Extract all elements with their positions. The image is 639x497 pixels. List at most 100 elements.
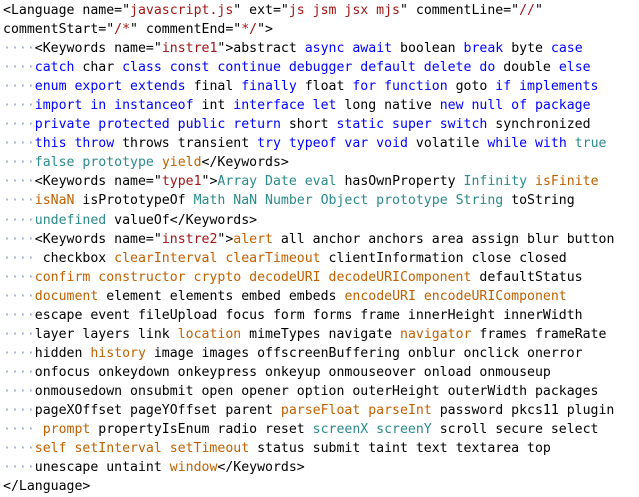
code-line[interactable]: ····layer layers link location mimeTypes…: [0, 325, 639, 344]
builtin-token: location: [177, 326, 242, 342]
code-text: password pkcs11 plugin: [431, 402, 615, 418]
indent-whitespace-marker: ····: [3, 250, 35, 266]
code-line[interactable]: ····escape event fileUpload focus form f…: [0, 306, 639, 325]
indent-whitespace-marker: ····: [3, 231, 35, 247]
builtin-token: isNaN: [34, 193, 75, 209]
code-line[interactable]: ····undefined valueOf</Keywords>: [0, 211, 639, 230]
code-text: " commentLine=": [400, 3, 520, 18]
type-token: undefined: [34, 212, 107, 228]
code-text: synchronized: [487, 117, 591, 133]
keyword-token: break: [463, 41, 504, 57]
code-line[interactable]: ····unescape untaint window</Keywords>: [0, 458, 639, 477]
code-text: " commentEnd=": [130, 22, 242, 38]
indent-whitespace-marker: ····: [3, 288, 35, 304]
code-text: mimeTypes navigate: [241, 326, 401, 342]
code-text: <Keywords name=": [34, 231, 162, 247]
code-line[interactable]: ····document element elements embed embe…: [0, 287, 639, 306]
code-line[interactable]: ····onfocus onkeydown onkeypress onkeyup…: [0, 363, 639, 382]
indent-whitespace-marker: ····: [3, 269, 35, 285]
builtin-token: confirm constructor crypto decodeURI dec…: [34, 269, 472, 285]
indent-whitespace-marker: ····: [3, 383, 35, 399]
code-line[interactable]: ····false prototype yield</Keywords>: [0, 153, 639, 172]
code-text: commentStart=": [3, 22, 115, 38]
code-line[interactable]: ····enum export extends final finally fl…: [0, 77, 639, 96]
builtin-token: isFinite: [535, 174, 599, 190]
indent-whitespace-marker: ····: [3, 441, 35, 457]
keyword-token: import in instanceof: [34, 98, 194, 114]
indent-whitespace-marker: ····: [3, 174, 35, 190]
indent-whitespace-marker: ····: [3, 364, 35, 380]
builtin-token: prompt: [34, 422, 91, 438]
code-text: boolean: [392, 41, 464, 57]
type-token: true: [574, 136, 607, 152]
attribute-value: instre1: [161, 41, 218, 57]
indent-whitespace-marker: ····: [3, 307, 35, 323]
indent-whitespace-marker: ····: [3, 460, 35, 476]
code-line[interactable]: ···· checkbox clearInterval clearTimeout…: [0, 249, 639, 268]
code-text: clientInformation close closed: [320, 250, 567, 266]
code-line[interactable]: ····pageXOffset pageYOffset parent parse…: [0, 401, 639, 420]
code-line[interactable]: ····this throw throws transient try type…: [0, 134, 639, 153]
code-line[interactable]: ····confirm constructor crypto decodeURI…: [0, 268, 639, 287]
builtin-token: yield: [161, 155, 202, 171]
code-text: frames frameRate: [471, 326, 607, 342]
code-text: </Keywords>: [201, 155, 289, 171]
type-token: Array Date eval: [217, 174, 337, 190]
indent-whitespace-marker: ····: [3, 345, 35, 361]
code-text: <Keywords name=": [34, 174, 162, 190]
code-line[interactable]: ····catch char class const continue debu…: [0, 58, 639, 77]
code-text: long native: [336, 98, 440, 114]
code-text: ">: [201, 174, 218, 190]
code-text: pageXOffset pageYOffset parent: [34, 402, 281, 418]
code-editor[interactable]: <Language name="javascript.js" ext="js j…: [0, 0, 639, 497]
code-text: ">: [257, 22, 273, 38]
code-text: status submit taint text textarea top: [249, 441, 551, 457]
code-line[interactable]: ····self setInterval setTimeout status s…: [0, 439, 639, 458]
code-text: element elements embed embeds: [98, 288, 345, 304]
code-line[interactable]: ···· prompt propertyIsEnum radio reset s…: [0, 420, 639, 439]
attribute-value: js jsm jsx mjs: [288, 3, 400, 18]
code-text: hasOwnProperty: [336, 174, 464, 190]
code-line[interactable]: ····<Keywords name="instre2">alert all a…: [0, 230, 639, 249]
indent-whitespace-marker: ····: [3, 155, 35, 171]
code-text: layer layers link: [34, 326, 178, 342]
attribute-value: */: [241, 22, 258, 38]
code-text: byte: [503, 41, 551, 57]
keyword-token: this throw: [34, 136, 115, 152]
attribute-value: javascript.js: [130, 3, 234, 18]
code-line[interactable]: ····<Keywords name="instre1">abstract as…: [0, 39, 639, 58]
code-text: unescape untaint: [34, 460, 170, 476]
type-token: Infinity: [463, 174, 528, 190]
indent-whitespace-marker: ····: [3, 60, 35, 76]
builtin-token: clearInterval clearTimeout: [114, 250, 321, 266]
indent-whitespace-marker: ····: [3, 212, 35, 228]
attribute-value: instre2: [161, 231, 218, 247]
code-line[interactable]: ····isNaN isPrototypeOf Math NaN Number …: [0, 191, 639, 210]
code-line[interactable]: ····onmousedown onsubmit open opener opt…: [0, 382, 639, 401]
indent-whitespace-marker: ····: [3, 41, 35, 57]
builtin-token: document: [34, 288, 99, 304]
code-line[interactable]: ····import in instanceof int interface l…: [0, 96, 639, 115]
indent-whitespace-marker: ····: [3, 79, 35, 95]
keyword-token: static super switch: [336, 117, 488, 133]
code-text: valueOf</Keywords>: [106, 212, 258, 228]
code-text: isPrototypeOf: [74, 193, 194, 209]
code-text: defaultStatus: [471, 269, 583, 285]
builtin-token: window: [169, 460, 218, 476]
code-line[interactable]: commentStart="/*" commentEnd="*/">: [0, 20, 639, 39]
code-text: onfocus onkeydown onkeypress onkeyup onm…: [34, 364, 551, 380]
keyword-token: else: [558, 60, 591, 76]
builtin-token: self setInterval setTimeout: [34, 441, 250, 457]
code-line[interactable]: ····private protected public return shor…: [0, 115, 639, 134]
indent-whitespace-marker: ····: [3, 136, 35, 152]
code-text: all anchor anchors area assign blur butt…: [272, 231, 615, 247]
code-text: double: [495, 60, 559, 76]
code-line[interactable]: ····<Keywords name="type1">Array Date ev…: [0, 172, 639, 191]
code-line[interactable]: ····hidden history image images offscree…: [0, 344, 639, 363]
code-line[interactable]: </Language>: [0, 477, 639, 496]
keyword-token: finally: [241, 79, 297, 95]
code-text: checkbox: [34, 250, 115, 266]
keyword-token: interface let: [233, 98, 337, 114]
code-line[interactable]: <Language name="javascript.js" ext="js j…: [0, 1, 639, 20]
